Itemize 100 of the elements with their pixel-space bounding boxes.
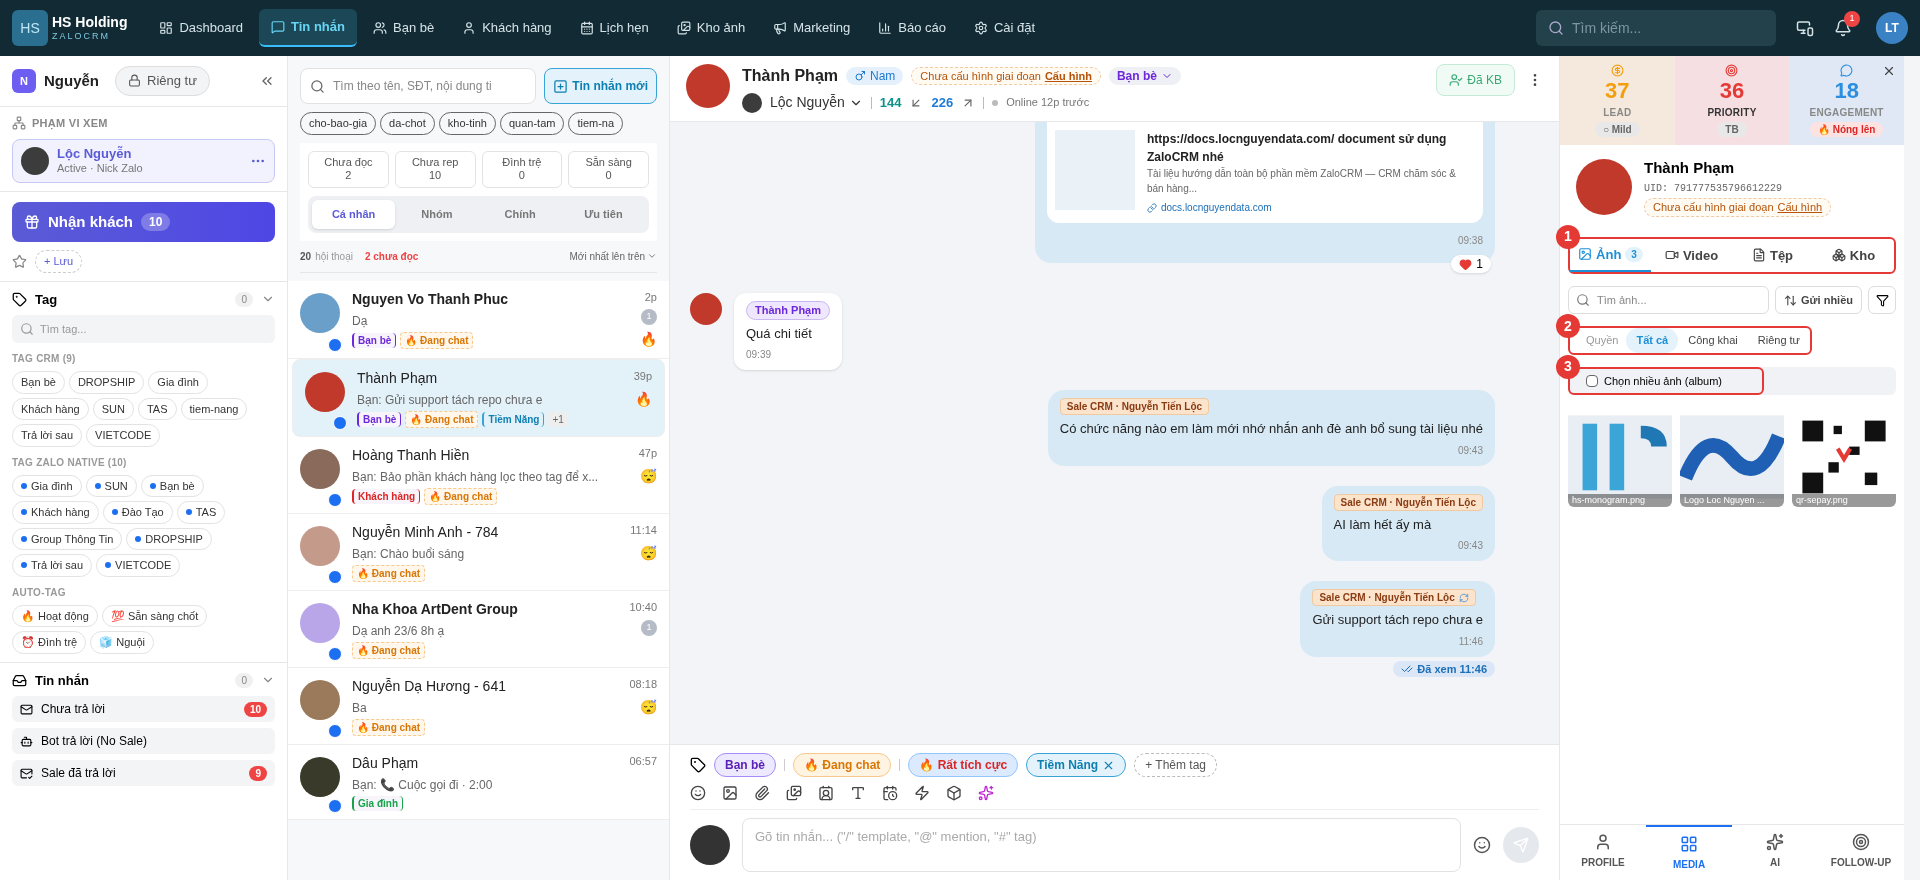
hierarchy-icon xyxy=(12,115,26,130)
checkbox[interactable] xyxy=(1586,374,1598,387)
sort-arrows-icon xyxy=(1784,293,1798,307)
paperclip-icon[interactable] xyxy=(754,785,770,801)
configure-link[interactable]: Cấu hình xyxy=(1044,67,1092,85)
filter-tab[interactable]: Nhóm xyxy=(395,200,479,229)
bottom-tab[interactable]: PROFILE xyxy=(1560,825,1646,880)
message-time: 09:38 xyxy=(1457,235,1483,246)
nav-tab[interactable]: Khách hàng xyxy=(450,10,564,46)
nav-tab[interactable]: Bạn bè xyxy=(361,10,447,46)
message-preview: Bạn: 📞 Cuộc gọi đi · 2:00 xyxy=(352,777,494,794)
relation-dropdown[interactable]: Bạn bè xyxy=(1108,67,1181,85)
visibility-option[interactable]: Công khai xyxy=(1678,328,1748,353)
search-field[interactable]: Tìm theo tên, SĐT, nội dung ti xyxy=(300,68,537,104)
package-icon[interactable] xyxy=(946,785,962,801)
account-card[interactable]: Lộc Nguyễn Active · Nick Zalo xyxy=(12,139,275,183)
outgoing-count: 226 xyxy=(931,93,954,112)
conversation-item[interactable]: Nha Khoa ArtDent Group Dạ anh 23/6 8h ạ 🔥 Đang chat 10:40 1 xyxy=(288,591,669,668)
images-icon[interactable] xyxy=(786,785,802,801)
stat-card[interactable]: Chưa đọc 2 xyxy=(308,150,389,188)
user-avatar[interactable]: LT xyxy=(1876,12,1908,44)
nav-tab[interactable]: Cài đặt xyxy=(961,10,1048,46)
filter-tab[interactable]: Cá nhân xyxy=(312,200,396,229)
group-title: AUTO-TAG xyxy=(12,586,66,598)
attachment-tab[interactable]: Kho xyxy=(1813,238,1894,272)
conversation-item[interactable]: Nguyễn Minh Anh - 784 Bạn: Chào buổi sáng 🔥 Đang chat 11:14 😴 xyxy=(288,514,669,591)
tag-chip: 🔥 Đang chat xyxy=(352,642,426,659)
new-message-button[interactable]: Tin nhắn mới xyxy=(544,68,657,104)
sparkles-icon[interactable] xyxy=(978,785,994,801)
message-preview: Ba xyxy=(352,700,368,717)
filter-tab[interactable]: Ưu tiên xyxy=(561,200,645,229)
dashboard-icon xyxy=(159,21,174,35)
time-label: 11:14 xyxy=(630,523,657,538)
nav-tab[interactable]: Dashboard xyxy=(147,10,256,46)
bottom-tab[interactable]: FOLLOW-UP xyxy=(1818,825,1904,880)
nav-tab[interactable]: Kho ảnh xyxy=(664,10,758,46)
stat-card[interactable]: Đình trệ 0 xyxy=(481,150,563,188)
nav-tab[interactable]: Lịch hẹn xyxy=(567,10,661,46)
count-badge: 10 xyxy=(243,701,267,717)
tag-search-field[interactable]: Tìm tag... xyxy=(12,315,275,343)
bottom-tab[interactable]: MEDIA xyxy=(1646,825,1732,880)
nav-tab[interactable]: Tin nhắn xyxy=(259,9,357,47)
reaction-badge[interactable]: 1 xyxy=(1451,255,1491,273)
workspace-name: Nguyễn xyxy=(44,70,99,91)
filter-button[interactable] xyxy=(1868,286,1896,314)
stat-card[interactable]: Chưa rep 10 xyxy=(394,150,476,188)
stat-value: 10 xyxy=(429,169,442,183)
message-preview: Bạn: Bảo phần khách hàng lọc theo tag để x... xyxy=(352,469,600,486)
message-input[interactable]: Gõ tin nhắn... ("/" template, "@" mention, "#" tag) xyxy=(742,818,1461,872)
conversation-item[interactable]: Hoàng Thanh Hiền Bạn: Bảo phần khách hàng lọc theo tag để x... Khách hàng 🔥 Đang chat 47p 😴 xyxy=(288,437,669,514)
image-search-field[interactable]: Tìm ảnh... xyxy=(1568,286,1770,314)
search-field[interactable]: Tìm kiếm... xyxy=(1536,10,1776,46)
send-many-button[interactable]: Gửi nhiều xyxy=(1775,286,1862,314)
filter-item[interactable]: Sale đã trả lời 9 xyxy=(12,760,275,786)
contact-name: Nha Khoa ArtDent Group xyxy=(352,600,519,619)
avatar-photo xyxy=(300,757,340,797)
filter-label: Chưa trả lời xyxy=(41,701,105,718)
attachment-tab[interactable]: Tệp xyxy=(1732,238,1813,272)
tag-chip: Bạn bè xyxy=(357,412,402,427)
message-icon xyxy=(271,20,286,34)
sort-dropdown[interactable]: Mới nhất lên trên xyxy=(569,248,657,264)
status-emoji: 😴 xyxy=(640,466,657,486)
text-format-icon[interactable] xyxy=(850,785,866,801)
image-icon[interactable] xyxy=(722,785,738,801)
configure-link[interactable]: Cấu hình xyxy=(1777,199,1823,216)
receive-customer-button[interactable]: Nhận khách 10 xyxy=(12,202,275,242)
nav-tab[interactable]: Marketing xyxy=(761,10,863,46)
nav-tab[interactable]: Báo cáo xyxy=(866,10,958,46)
conversation-item[interactable]: Nguyen Vo Thanh Phuc Dạ Bạn bè 🔥 Đang chat 2p 1 🔥 xyxy=(288,280,669,359)
zalo-badge-icon xyxy=(328,493,342,507)
link-title[interactable]: https://docs.locnguyendata.com/ document sử dụng ZaloCRM nhé xyxy=(1147,130,1475,166)
lightning-icon[interactable] xyxy=(914,785,930,801)
filter-label: Bot trả lời (No Sale) xyxy=(41,733,147,750)
visibility-option[interactable]: Riêng tư xyxy=(1747,328,1810,353)
score-label: LEAD xyxy=(1603,105,1632,120)
emoji-icon[interactable] xyxy=(690,785,706,801)
score-value: 37 xyxy=(1605,77,1630,105)
account-dropdown[interactable]: Lộc Nguyễn xyxy=(770,92,863,113)
schedule-icon[interactable] xyxy=(882,785,898,801)
privacy-button[interactable]: Riêng tư xyxy=(115,66,210,96)
conversation-item[interactable]: Thành Phạm Bạn: Gửi support tách repo chưa e Bạn bè 🔥 Đang chat Tiềm Năng +1 39p 🔥 xyxy=(292,359,665,437)
tag-chip[interactable]: Tiềm Năng xyxy=(1026,753,1127,777)
link-domain[interactable]: docs.locnguyendata.com xyxy=(1161,200,1272,215)
contact-name: Nguyễn Dạ Hương - 641 xyxy=(352,677,507,696)
conversation-item[interactable]: Nguyễn Dạ Hương - 641 Ba 🔥 Đang chat 08:18 😴 xyxy=(288,668,669,745)
tag-chip[interactable]: Bạn bè xyxy=(714,753,776,777)
conversation-item[interactable]: Dâu Phạm Bạn: 📞 Cuộc gọi đi · 2:00 Gia đình 06:57 xyxy=(288,745,669,820)
filter-tab[interactable]: Chính xyxy=(478,200,562,229)
tag-chip[interactable]: 🔥 Rất tích cực xyxy=(908,753,1019,777)
avatar-photo xyxy=(690,293,722,325)
stat-value: 0 xyxy=(518,169,525,183)
attachment-tab[interactable]: Video xyxy=(1651,238,1732,272)
bar-chart-icon xyxy=(878,21,893,35)
contact-card-icon[interactable] xyxy=(818,785,834,801)
workspace-badge: N xyxy=(12,68,36,93)
logo[interactable]: HS xyxy=(12,10,48,46)
filter-item[interactable]: Bot trả lời (No Sale) xyxy=(12,728,275,754)
filter-item[interactable]: Chưa trả lời 10 xyxy=(12,696,275,722)
bottom-tab[interactable]: AI xyxy=(1732,825,1818,880)
stat-card[interactable]: Sẵn sàng 0 xyxy=(568,150,649,188)
